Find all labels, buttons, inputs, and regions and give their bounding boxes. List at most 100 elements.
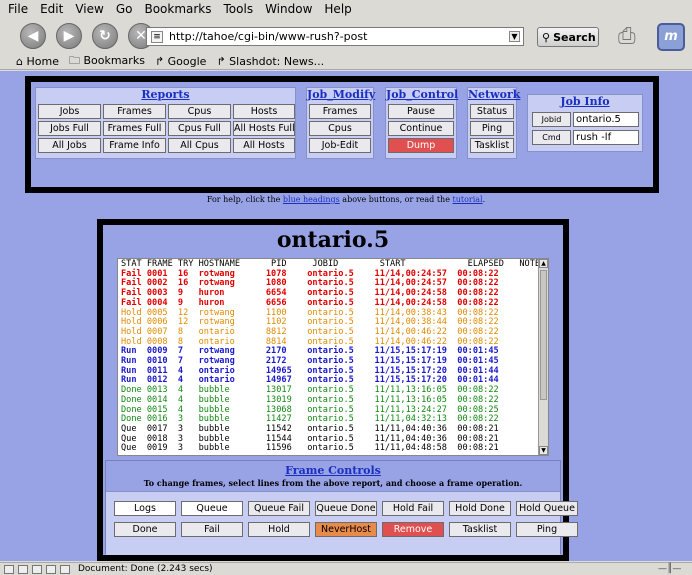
frame-controls-buttons: Logs Queue Queue Fail Queue Done Hold Fa… [106, 491, 578, 555]
reports-cpus-button[interactable]: Cpus [168, 104, 231, 119]
frame-hold-done-button[interactable]: Hold Done [449, 501, 511, 516]
menu-view[interactable]: View [75, 2, 103, 16]
frame-tasklist-button[interactable]: Tasklist [449, 522, 511, 537]
job-control-dump-button[interactable]: Dump [388, 138, 454, 153]
frame-controls-help: To change frames, select lines from the … [143, 478, 523, 488]
scroll-down-icon[interactable]: ▼ [539, 446, 548, 455]
menu-window[interactable]: Window [265, 2, 312, 16]
frame-logs-button[interactable]: Logs [114, 501, 176, 516]
network-group: Network Status Ping Tasklist [467, 87, 520, 159]
tutorial-link[interactable]: tutorial [453, 195, 483, 204]
menu-bookmarks[interactable]: Bookmarks [144, 2, 211, 16]
security-icon [60, 564, 70, 574]
reload-icon: ↻ [99, 28, 111, 44]
forward-arrow-icon: ▶ [63, 28, 75, 44]
cmd-field[interactable]: rush -lf [573, 130, 639, 145]
menu-file[interactable]: File [8, 2, 28, 16]
cmd-label: Cmd [532, 130, 571, 145]
reload-button[interactable]: ↻ [92, 23, 118, 49]
reports-frames-full-button[interactable]: Frames Full [103, 121, 166, 136]
reports-all-cpus-button[interactable]: All Cpus [168, 138, 231, 153]
frame-remove-button[interactable]: Remove [382, 522, 444, 537]
menu-edit[interactable]: Edit [40, 2, 63, 16]
url-dropdown-icon[interactable]: ▼ [509, 31, 520, 42]
report-scrollbar[interactable]: ▲ ▼ [538, 259, 548, 455]
job-modify-frames-button[interactable]: Frames [309, 104, 371, 119]
reports-jobs-button[interactable]: Jobs [38, 104, 101, 119]
frame-queue-done-button[interactable]: Queue Done [315, 501, 377, 516]
search-button[interactable]: ⚲ Search [537, 27, 599, 47]
frame-fail-button[interactable]: Fail [181, 522, 243, 537]
scroll-thumb[interactable] [540, 270, 547, 400]
reports-heading[interactable]: Reports [36, 88, 295, 102]
frame-done-button[interactable]: Done [114, 522, 176, 537]
frame-hold-button[interactable]: Hold [248, 522, 310, 537]
reports-hosts-button[interactable]: Hosts [233, 104, 295, 119]
bookmark-slashdot[interactable]: ↱ Slashdot: News... [216, 55, 324, 68]
status-text: Document: Done (2.243 secs) [78, 564, 213, 574]
job-control-pause-button[interactable]: Pause [388, 104, 454, 119]
frame-controls-group: Frame Controls To change frames, select … [105, 460, 578, 555]
job-modify-job-edit-button[interactable]: Job-Edit [309, 138, 371, 153]
job-control-group: Job_Control Pause Continue Dump [385, 87, 458, 159]
jobid-field[interactable]: ontario.5 [573, 112, 639, 127]
chat-icon[interactable] [32, 564, 42, 574]
scroll-up-icon[interactable]: ▲ [539, 259, 548, 268]
blue-headings-link[interactable]: blue headings [283, 195, 340, 204]
job-modify-cpus-button[interactable]: Cpus [309, 121, 371, 136]
bookmark-google[interactable]: ↱ Google [155, 55, 207, 68]
mail-icon[interactable] [4, 564, 14, 574]
reports-all-hosts-full-button[interactable]: All Hosts Full [233, 121, 295, 136]
bookmark-home[interactable]: ⌂ Home [16, 55, 59, 68]
report-panel: ontario.5 STAT FRAME TRY HOSTNAME PID JO… [97, 219, 578, 561]
job-modify-heading[interactable]: Job_Modify [307, 88, 375, 102]
online-status-icon: —║— [658, 564, 682, 574]
reports-frame-info-button[interactable]: Frame Info [103, 138, 166, 153]
composer-icon[interactable] [18, 564, 28, 574]
job-control-heading[interactable]: Job_Control [386, 88, 458, 102]
menu-bar: File Edit View Go Bookmarks Tools Window… [0, 0, 692, 18]
frame-hold-fail-button[interactable]: Hold Fail [382, 501, 444, 516]
job-info-group: Job Info Jobid ontario.5 Cmd rush -lf [527, 94, 643, 152]
job-modify-group: Job_Modify Frames Cpus Job-Edit [306, 87, 375, 159]
frame-ping-button[interactable]: Ping [516, 522, 578, 537]
forward-button[interactable]: ▶ [56, 23, 82, 49]
menu-help[interactable]: Help [324, 2, 351, 16]
url-field[interactable]: ≡ http://tahoe/cgi-bin/www-rush?-post ▼ [146, 27, 524, 46]
network-ping-button[interactable]: Ping [470, 121, 514, 136]
reports-all-jobs-button[interactable]: All Jobs [38, 138, 101, 153]
bookmarks-toolbar: ⌂ Home 🗀 Bookmarks ↱ Google ↱ Slashdot: … [0, 54, 692, 70]
frame-queue-button[interactable]: Queue [181, 501, 243, 516]
status-bar: Document: Done (2.243 secs) —║— [0, 562, 692, 575]
search-label: Search [553, 30, 596, 44]
reports-cpus-full-button[interactable]: Cpus Full [168, 121, 231, 136]
network-tasklist-button[interactable]: Tasklist [470, 138, 514, 153]
url-text: http://tahoe/cgi-bin/www-rush?-post [169, 30, 368, 43]
reports-group: Reports Jobs Frames Cpus Hosts Jobs Full… [35, 87, 296, 159]
frame-neverhost-button[interactable]: NeverHost [315, 522, 377, 537]
reports-jobs-full-button[interactable]: Jobs Full [38, 121, 101, 136]
control-panel: Reports Jobs Frames Cpus Hosts Jobs Full… [25, 76, 659, 193]
addressbook-icon[interactable] [46, 564, 56, 574]
page-icon: ≡ [151, 30, 163, 43]
reports-frames-button[interactable]: Frames [103, 104, 166, 119]
network-status-button[interactable]: Status [470, 104, 514, 119]
frame-queue-fail-button[interactable]: Queue Fail [248, 501, 310, 516]
report-row[interactable]: Que 0019 3 bubble 11596 ontario.5 11/11,… [121, 444, 545, 454]
report-title: ontario.5 [276, 227, 390, 253]
frame-hold-queue-button[interactable]: Hold Queue [516, 501, 578, 516]
reports-all-hosts-button[interactable]: All Hosts [233, 138, 295, 153]
page-content: Reports Jobs Frames Cpus Hosts Jobs Full… [0, 71, 692, 561]
browser-logo-icon: m [657, 23, 685, 51]
frames-report-list[interactable]: STAT FRAME TRY HOSTNAME PID JOBID START … [117, 258, 549, 456]
menu-go[interactable]: Go [116, 2, 133, 16]
job-control-continue-button[interactable]: Continue [388, 121, 454, 136]
frame-controls-heading[interactable]: Frame Controls [106, 464, 560, 477]
back-button[interactable]: ◀ [20, 23, 46, 49]
jobid-label: Jobid [532, 112, 571, 127]
bookmark-bookmarks[interactable]: 🗀 Bookmarks [69, 52, 145, 71]
job-info-heading[interactable]: Job Info [528, 95, 642, 109]
menu-tools[interactable]: Tools [224, 2, 254, 16]
print-icon[interactable]: ⎙ [618, 24, 648, 50]
network-heading[interactable]: Network [468, 88, 520, 102]
